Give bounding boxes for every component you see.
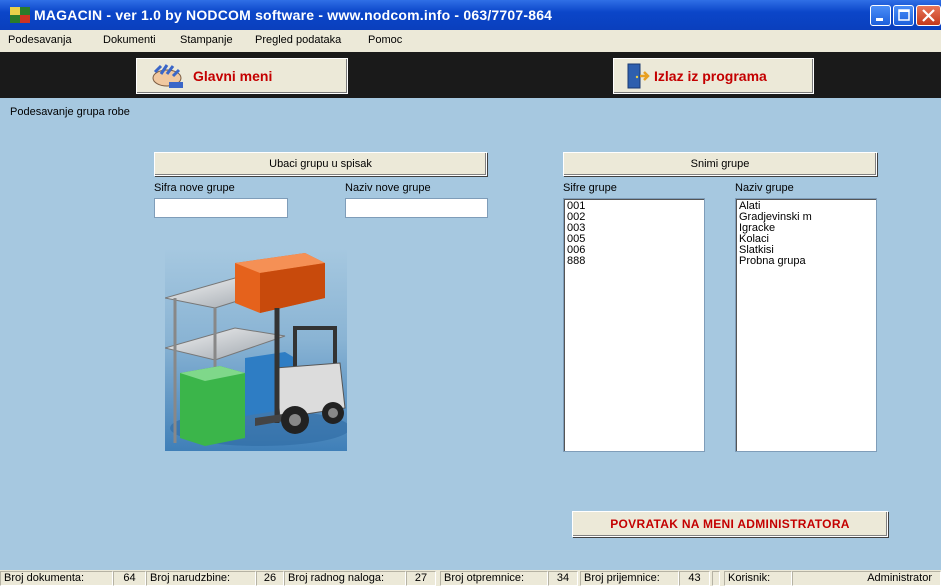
exit-button[interactable]: Izlaz iz programa	[613, 58, 814, 94]
list-item[interactable]: 003	[567, 223, 701, 234]
list-item[interactable]: 002	[567, 212, 701, 223]
dispatch-number-label: Broj otpremnice:	[440, 571, 548, 586]
save-groups-button[interactable]: Snimi grupe	[563, 152, 877, 176]
main-menu-button[interactable]: Glavni meni	[136, 58, 348, 94]
user-value: Administrator	[792, 571, 941, 586]
menu-dokumenti[interactable]: Dokumenti	[103, 34, 156, 46]
menu-pomoc[interactable]: Pomoc	[368, 34, 402, 46]
list-item[interactable]: 006	[567, 245, 701, 256]
toolbar: Glavni meni Izlaz iz programa	[0, 52, 941, 98]
add-group-button[interactable]: Ubaci grupu u spisak	[154, 152, 487, 176]
menu-podesavanja[interactable]: Podesavanja	[8, 34, 72, 46]
menu-stampanje[interactable]: Stampanje	[180, 34, 233, 46]
status-bar: Broj dokumenta: 64 Broj narudzbine: 26 B…	[0, 570, 941, 586]
back-to-admin-menu-button[interactable]: POVRATAK NA MENI ADMINISTRATORA	[572, 511, 888, 537]
page-title: Podesavanje grupa robe	[10, 106, 130, 118]
order-number-label: Broj narudzbine:	[146, 571, 256, 586]
list-item[interactable]: Probna grupa	[739, 256, 873, 267]
codes-list-label: Sifre grupe	[563, 182, 617, 194]
forklift-illustration	[165, 248, 347, 451]
list-item[interactable]: Slatkisi	[739, 245, 873, 256]
list-item[interactable]: Kolaci	[739, 234, 873, 245]
doc-number-label: Broj dokumenta:	[0, 571, 113, 586]
list-item[interactable]: Alati	[739, 201, 873, 212]
work-order-label: Broj radnog naloga:	[284, 571, 406, 586]
new-code-label: Sifra nove grupe	[154, 182, 235, 194]
names-listbox[interactable]: Alati Gradjevinski m Igracke Kolaci Slat…	[735, 198, 877, 452]
receipt-number-label: Broj prijemnice:	[580, 571, 679, 586]
app-icon	[10, 7, 30, 23]
list-item[interactable]: Gradjevinski m	[739, 212, 873, 223]
names-list-label: Naziv grupe	[735, 182, 794, 194]
close-button[interactable]	[916, 5, 941, 26]
title-bar[interactable]: MAGACIN - ver 1.0 by NODCOM software - w…	[0, 0, 941, 30]
close-icon	[922, 9, 935, 22]
order-number-value: 26	[256, 571, 284, 586]
work-order-value: 27	[406, 571, 436, 586]
hand-icon	[152, 64, 183, 88]
new-name-label: Naziv nove grupe	[345, 182, 431, 194]
list-item[interactable]: 001	[567, 201, 701, 212]
dispatch-number-value: 34	[548, 571, 578, 586]
minimize-icon	[876, 18, 883, 21]
minimize-button[interactable]	[870, 5, 891, 26]
menu-bar: Podesavanja Dokumenti Stampanje Pregled …	[0, 30, 941, 53]
receipt-number-value: 43	[679, 571, 710, 586]
window-title: MAGACIN - ver 1.0 by NODCOM software - w…	[34, 7, 553, 23]
list-item[interactable]: Igracke	[739, 223, 873, 234]
list-item[interactable]: 005	[567, 234, 701, 245]
maximize-icon	[898, 9, 910, 21]
list-item[interactable]: 888	[567, 256, 701, 267]
main-menu-label: Glavni meni	[193, 68, 273, 84]
user-label: Korisnik:	[724, 571, 792, 586]
new-name-input[interactable]	[345, 198, 488, 218]
exit-label: Izlaz iz programa	[654, 68, 767, 84]
door-exit-icon	[627, 63, 650, 89]
doc-number-value: 64	[113, 571, 146, 586]
codes-listbox[interactable]: 001 002 003 005 006 888	[563, 198, 705, 452]
menu-pregled-podataka[interactable]: Pregled podataka	[255, 34, 341, 46]
status-spacer	[712, 571, 720, 586]
new-code-input[interactable]	[154, 198, 288, 218]
maximize-button[interactable]	[893, 5, 914, 26]
